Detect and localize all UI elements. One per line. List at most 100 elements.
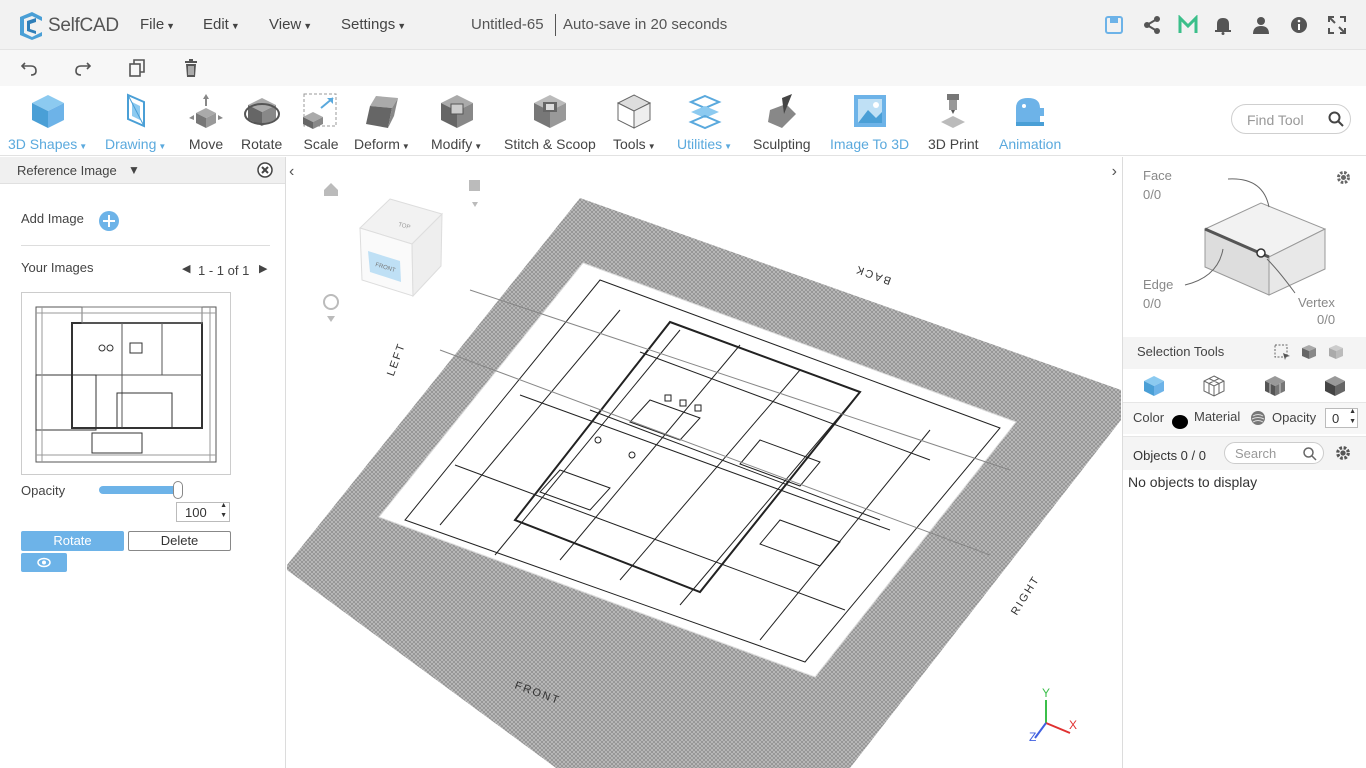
material-sphere-icon[interactable] bbox=[1250, 410, 1266, 426]
solid-mode-icon[interactable] bbox=[1263, 374, 1287, 398]
perspective-icon[interactable] bbox=[469, 180, 480, 191]
add-image-icon[interactable] bbox=[98, 210, 120, 232]
tool-image-to-3d[interactable]: Image To 3D bbox=[830, 92, 909, 154]
opacity-value: 100 bbox=[185, 505, 207, 520]
tool-label: Scale bbox=[303, 136, 339, 152]
tool-utilities[interactable]: Utilities ▼ bbox=[677, 92, 732, 154]
chevron-down-icon: ▼ bbox=[303, 21, 313, 31]
scene-canvas[interactable]: TOP FRONT BACK LEFT RIGHT FRONT Y X Z bbox=[287, 157, 1121, 768]
shaded-mode-icon[interactable] bbox=[1323, 374, 1347, 398]
dropdown-caret-icon[interactable]: ▼ bbox=[128, 163, 140, 177]
properties-panel: Face 0/0 Edge 0/0 Vertex 0/0 Selection T… bbox=[1122, 157, 1366, 768]
menu-file[interactable]: File ▼ bbox=[140, 16, 175, 33]
spin-down-icon[interactable]: ▼ bbox=[1349, 418, 1356, 425]
objects-search-input[interactable]: Search bbox=[1224, 442, 1324, 464]
objects-settings-gear-icon[interactable] bbox=[1334, 444, 1352, 462]
document-title[interactable]: Untitled-65 bbox=[471, 16, 544, 33]
opacity-field[interactable]: 0 ▲ ▼ bbox=[1325, 408, 1358, 428]
axis-z-label: Z bbox=[1029, 730, 1036, 744]
select-all-icon[interactable] bbox=[1300, 343, 1318, 361]
opacity-slider-track[interactable] bbox=[99, 486, 179, 494]
trash-icon[interactable] bbox=[181, 58, 201, 78]
box-select-icon[interactable] bbox=[1273, 343, 1291, 361]
your-images-label: Your Images bbox=[21, 260, 94, 275]
tool-tools[interactable]: Tools ▼ bbox=[613, 92, 656, 154]
tool-3d-shapes[interactable]: 3D Shapes ▼ bbox=[8, 92, 87, 154]
spin-down-icon[interactable]: ▼ bbox=[220, 512, 227, 519]
eye-icon bbox=[37, 557, 51, 568]
face-label: Face bbox=[1143, 168, 1172, 183]
empty-objects-text: No objects to display bbox=[1128, 474, 1258, 490]
cube-icon bbox=[31, 95, 64, 128]
opacity-slider-handle[interactable] bbox=[173, 481, 183, 499]
orbit-icon[interactable] bbox=[323, 294, 339, 310]
bell-icon[interactable] bbox=[1213, 15, 1233, 35]
divider bbox=[21, 245, 270, 246]
material-label: Material bbox=[1194, 409, 1241, 424]
delete-button[interactable]: Delete bbox=[128, 531, 231, 551]
axis-y-label: Y bbox=[1042, 686, 1050, 700]
redo-icon[interactable] bbox=[73, 58, 93, 78]
perspective-caret-icon[interactable] bbox=[472, 202, 478, 207]
tool-3d-print[interactable]: 3D Print bbox=[928, 92, 979, 154]
view-cube[interactable] bbox=[359, 198, 443, 298]
menu-edit[interactable]: Edit ▼ bbox=[203, 16, 240, 33]
visibility-button[interactable] bbox=[21, 553, 67, 572]
opacity-value: 0 bbox=[1332, 411, 1340, 426]
tool-sculpting[interactable]: Sculpting bbox=[753, 92, 811, 154]
collapse-left-icon[interactable]: ‹ bbox=[289, 163, 294, 181]
tool-move[interactable]: Move bbox=[186, 92, 226, 154]
tool-animation[interactable]: Animation bbox=[999, 92, 1061, 154]
m-logo-icon[interactable] bbox=[1178, 15, 1198, 35]
close-icon[interactable] bbox=[257, 162, 273, 178]
pagination: 1 - 1 of 1 bbox=[198, 263, 250, 278]
orbit-caret-icon[interactable] bbox=[327, 316, 335, 322]
opacity-label: Opacity bbox=[21, 483, 66, 498]
tool-label: Move bbox=[188, 136, 224, 152]
user-icon[interactable] bbox=[1251, 15, 1271, 35]
save-icon[interactable] bbox=[1104, 15, 1124, 35]
chevron-down-icon: ▼ bbox=[397, 21, 407, 31]
edit-actions-bar bbox=[0, 50, 1366, 86]
home-icon[interactable] bbox=[324, 183, 338, 196]
find-tool-input[interactable]: Find Tool bbox=[1231, 104, 1351, 134]
info-icon[interactable] bbox=[1289, 15, 1309, 35]
object-mode-icon[interactable] bbox=[1142, 374, 1166, 398]
menu-edit-label: Edit bbox=[203, 16, 229, 33]
gear-icon[interactable] bbox=[1335, 169, 1352, 186]
search-icon[interactable] bbox=[1328, 111, 1344, 127]
logo[interactable]: SelfCAD bbox=[16, 10, 119, 42]
select-invert-icon[interactable] bbox=[1327, 343, 1345, 361]
opacity-input[interactable]: 100 ▲ ▼ bbox=[176, 502, 230, 522]
rotate-button[interactable]: Rotate bbox=[21, 531, 124, 551]
menu-file-label: File bbox=[140, 16, 165, 33]
next-page-icon[interactable]: ▶ bbox=[259, 262, 267, 275]
prev-page-icon[interactable]: ◀ bbox=[182, 262, 190, 275]
copy-icon[interactable] bbox=[127, 58, 147, 78]
share-icon[interactable] bbox=[1142, 15, 1162, 35]
objects-count: Objects 0 / 0 bbox=[1133, 448, 1206, 463]
undo-icon[interactable] bbox=[19, 58, 39, 78]
tool-deform[interactable]: Deform ▼ bbox=[354, 92, 410, 154]
menu-settings[interactable]: Settings ▼ bbox=[341, 16, 406, 33]
menu-view[interactable]: View ▼ bbox=[269, 16, 312, 33]
color-swatch[interactable] bbox=[1172, 415, 1188, 429]
wireframe-mode-icon[interactable] bbox=[1202, 374, 1226, 398]
tool-rotate[interactable]: Rotate bbox=[241, 92, 282, 154]
3d-viewport[interactable]: TOP FRONT BACK LEFT RIGHT FRONT Y X Z ‹ … bbox=[287, 157, 1121, 768]
search-icon[interactable] bbox=[1303, 447, 1317, 461]
panel-title: Reference Image bbox=[17, 163, 117, 178]
tool-stitch-scoop[interactable]: Stitch & Scoop bbox=[504, 92, 596, 154]
fullscreen-icon[interactable] bbox=[1327, 15, 1347, 35]
tool-scale[interactable]: Scale bbox=[301, 92, 341, 154]
image-thumbnail[interactable] bbox=[21, 292, 231, 475]
spin-up-icon[interactable]: ▲ bbox=[1349, 408, 1356, 415]
collapse-right-icon[interactable]: › bbox=[1112, 163, 1117, 181]
selection-mode-cube[interactable] bbox=[1183, 171, 1333, 301]
image-to-3d-icon bbox=[853, 95, 886, 127]
tool-label: Modify bbox=[431, 136, 473, 152]
tool-modify[interactable]: Modify ▼ bbox=[431, 92, 482, 154]
spin-up-icon[interactable]: ▲ bbox=[220, 502, 227, 509]
tool-drawing[interactable]: Drawing ▼ bbox=[105, 92, 166, 154]
selection-tools-label: Selection Tools bbox=[1137, 344, 1225, 359]
